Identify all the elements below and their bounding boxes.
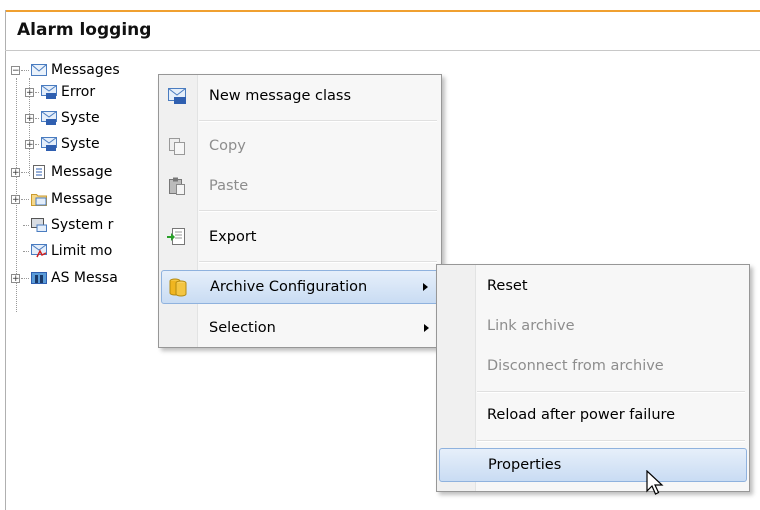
- menu-item-label: New message class: [209, 88, 352, 104]
- menu-item-new-message-class[interactable]: New message class: [161, 79, 439, 113]
- expand-icon[interactable]: +: [25, 139, 34, 149]
- menu-separator: [477, 391, 745, 393]
- message-class-icon: [41, 111, 57, 125]
- tree-item-system-1[interactable]: + Syste: [25, 107, 100, 129]
- menu-item-label: Paste: [209, 178, 249, 194]
- system-message-icon: [31, 218, 47, 232]
- tree-dots: [21, 69, 29, 71]
- tree-item-message-groups[interactable]: + Message: [11, 188, 112, 210]
- menu-item-label: Properties: [488, 457, 562, 473]
- panel-title: Alarm logging: [17, 20, 152, 40]
- archive-icon: [168, 277, 188, 297]
- menu-item-label: Export: [209, 229, 257, 245]
- menu-item-label: Reload after power failure: [487, 407, 676, 423]
- title-divider: [5, 50, 760, 51]
- message-class-icon: [41, 137, 57, 151]
- submenu-item-link-archive[interactable]: Link archive: [439, 309, 747, 343]
- menu-item-label: Disconnect from archive: [487, 358, 664, 374]
- menu-item-selection[interactable]: Selection: [161, 311, 439, 345]
- tree-item-as-messages[interactable]: + AS Messa: [11, 267, 118, 289]
- tree-item-label: Message: [51, 191, 113, 207]
- envelope-icon: [31, 63, 47, 77]
- expand-icon[interactable]: +: [11, 194, 20, 204]
- panel-top-rule: [5, 10, 760, 12]
- panel-left-border: [5, 10, 6, 510]
- expand-icon[interactable]: +: [11, 273, 20, 283]
- tree-dots: [35, 91, 39, 93]
- submenu-item-properties[interactable]: Properties: [439, 448, 747, 482]
- submenu-arrow-icon: [424, 324, 429, 332]
- menu-separator: [477, 440, 745, 442]
- tree-item-label: AS Messa: [51, 270, 118, 286]
- tree-item-system-messages[interactable]: System r: [23, 214, 113, 236]
- menu-item-export[interactable]: Export: [161, 220, 439, 254]
- tree-item-limit-monitoring[interactable]: Limit mo: [23, 240, 112, 262]
- menu-separator: [199, 261, 437, 263]
- submenu-item-reset[interactable]: Reset: [439, 269, 747, 303]
- tree-item-label: Syste: [61, 110, 100, 126]
- menu-item-label: Link archive: [487, 318, 575, 334]
- expand-icon[interactable]: +: [25, 113, 34, 123]
- menu-item-paste[interactable]: Paste: [161, 169, 439, 203]
- tree-item-label: Messages: [51, 62, 120, 78]
- expand-icon[interactable]: +: [25, 87, 34, 97]
- submenu-arrow-icon: [423, 283, 428, 291]
- menu-item-label: Reset: [487, 278, 528, 294]
- menu-separator: [199, 210, 437, 212]
- context-menu: New message class Copy Paste Export Arch…: [158, 74, 442, 348]
- menu-separator: [199, 120, 437, 122]
- tree-item-label: System r: [51, 217, 114, 233]
- tree-item-message-blocks[interactable]: + Message: [11, 161, 112, 183]
- tree-item-label: Limit mo: [51, 243, 113, 259]
- tree-item-system-2[interactable]: + Syste: [25, 133, 100, 155]
- archive-submenu: Reset Link archive Disconnect from archi…: [436, 264, 750, 492]
- expand-icon[interactable]: +: [11, 167, 20, 177]
- menu-item-label: Selection: [209, 320, 276, 336]
- menu-item-archive-configuration[interactable]: Archive Configuration: [161, 270, 439, 304]
- tree-item-messages[interactable]: − Messages: [11, 59, 120, 81]
- submenu-item-disconnect-from-archive[interactable]: Disconnect from archive: [439, 349, 747, 383]
- tree-dots: [21, 198, 29, 200]
- tree-dots: [21, 277, 29, 279]
- paste-icon: [167, 176, 187, 196]
- tree-item-error[interactable]: + Error: [25, 81, 95, 103]
- list-icon: [31, 165, 47, 179]
- tree-dots: [35, 143, 39, 145]
- export-icon: [167, 227, 187, 247]
- menu-icon-gutter: [159, 75, 198, 347]
- tree-item-label: Error: [61, 84, 96, 100]
- new-message-class-icon: [167, 86, 187, 106]
- tree-dots: [23, 224, 29, 226]
- mouse-pointer-icon: [646, 469, 664, 502]
- as-message-icon: [31, 271, 47, 285]
- submenu-item-reload-after-power-failure[interactable]: Reload after power failure: [439, 398, 747, 432]
- tree-dots: [23, 250, 29, 252]
- folder-envelope-icon: [31, 192, 47, 206]
- message-class-icon: [41, 85, 57, 99]
- menu-item-copy[interactable]: Copy: [161, 129, 439, 163]
- limit-monitoring-icon: [31, 244, 47, 258]
- copy-icon: [167, 136, 187, 156]
- tree-item-label: Message: [51, 164, 113, 180]
- collapse-icon[interactable]: −: [11, 65, 20, 75]
- tree-dots: [35, 117, 39, 119]
- menu-item-label: Archive Configuration: [210, 279, 368, 295]
- menu-item-label: Copy: [209, 138, 246, 154]
- tree-dots: [21, 171, 29, 173]
- tree-item-label: Syste: [61, 136, 100, 152]
